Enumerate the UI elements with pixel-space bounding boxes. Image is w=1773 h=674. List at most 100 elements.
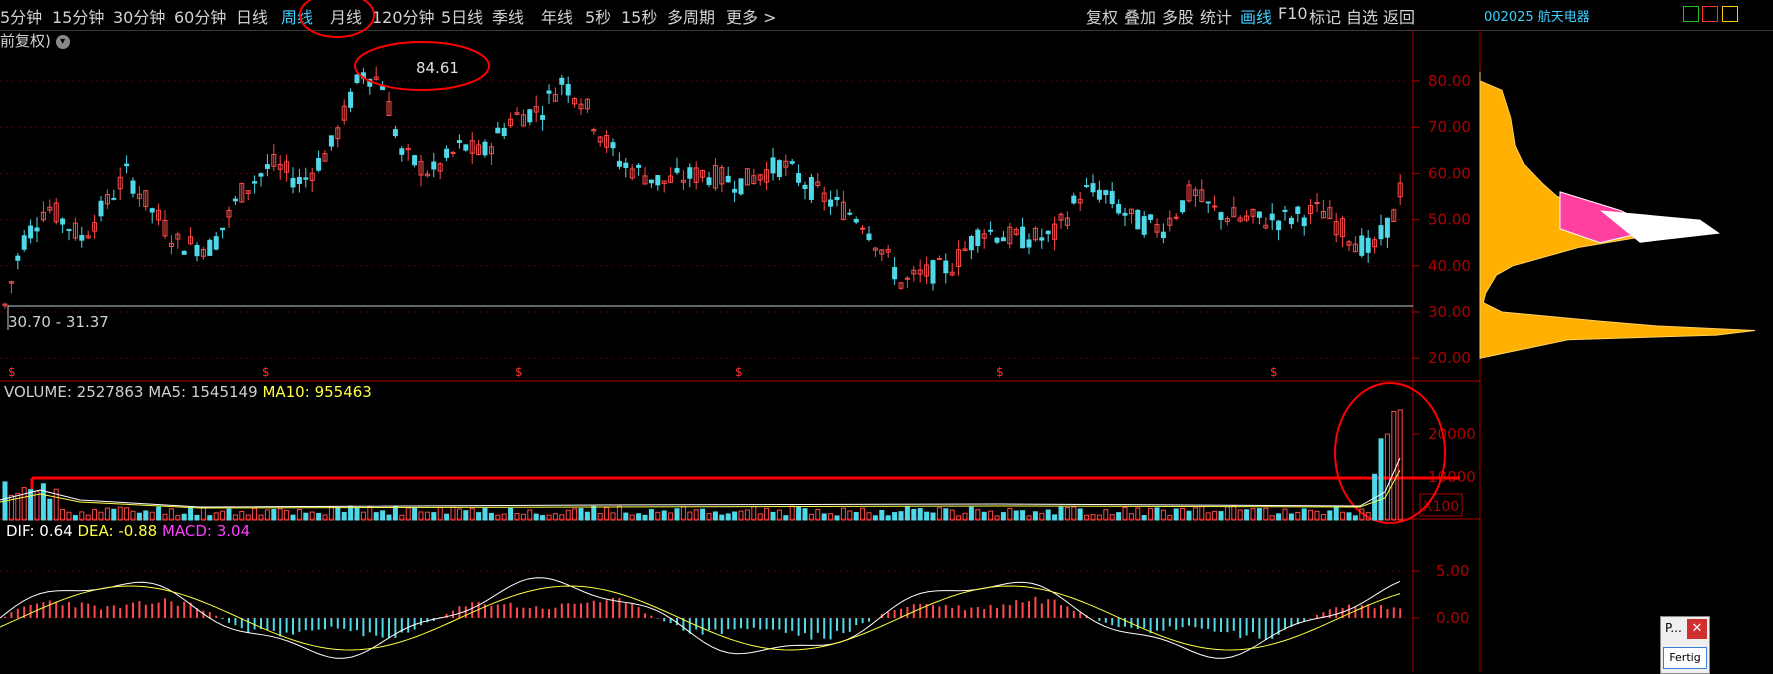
- candle-body: [258, 173, 264, 177]
- dividend-marker: $: [8, 365, 16, 379]
- ma10-title: MA10:: [262, 383, 310, 401]
- volume-bar: [533, 513, 539, 521]
- high-price-marker: 84.61: [416, 59, 459, 77]
- volume-bar: [354, 507, 360, 521]
- volume-bar: [911, 508, 917, 521]
- candle-body: [1116, 203, 1122, 214]
- volume-bar: [1013, 510, 1019, 521]
- volume-bar: [252, 507, 258, 521]
- fertig-button[interactable]: Fertig: [1663, 647, 1707, 669]
- candle-body: [303, 177, 309, 180]
- candle-body: [316, 158, 322, 171]
- candle-body: [501, 127, 507, 137]
- price-tick-label: 50.00: [1428, 211, 1471, 229]
- volume-bar: [693, 509, 699, 521]
- candle-body: [444, 148, 450, 158]
- candle-body: [796, 173, 802, 183]
- volume-bar: [719, 514, 725, 521]
- volume-bar: [751, 506, 757, 521]
- candle-body: [847, 212, 853, 215]
- volume-bar: [111, 508, 117, 521]
- volume-bar: [136, 512, 142, 521]
- chart-area[interactable]: 80.00 70.00 60.00 50.00 40.00 30.00 20.00 20000…: [0, 0, 1773, 672]
- candle-body: [1148, 214, 1154, 220]
- volume-bar: [181, 513, 187, 521]
- volume-bar: [21, 487, 27, 521]
- volume-bar: [1186, 510, 1192, 521]
- volume-bar: [1141, 515, 1147, 521]
- volume-bar: [1327, 510, 1333, 521]
- candle-body: [1205, 201, 1211, 204]
- candle-body: [1295, 206, 1301, 214]
- candle-body: [463, 144, 469, 151]
- candle-body: [860, 227, 866, 230]
- candle-body: [930, 260, 936, 284]
- volume-bar: [431, 512, 437, 521]
- volume-bar: [386, 514, 392, 521]
- volume-bar: [732, 511, 738, 521]
- candle-body: [565, 84, 571, 96]
- volume-bar: [156, 506, 162, 521]
- volume-bar: [290, 514, 296, 521]
- candle-body: [808, 177, 814, 200]
- volume-bar: [540, 515, 546, 521]
- volume-bar: [1301, 508, 1307, 521]
- candle-body: [28, 225, 34, 239]
- candle-body: [348, 91, 354, 108]
- candle-body: [1359, 235, 1365, 256]
- candle-body: [988, 229, 994, 232]
- volume-bar: [296, 508, 302, 521]
- popup-window: P... ✕ Fertig: [1660, 616, 1710, 674]
- volume-ma5-line: [0, 457, 1401, 508]
- volume-bar: [392, 506, 398, 521]
- volume-bar: [578, 508, 584, 521]
- candle-body: [1020, 226, 1026, 249]
- volume-bar: [469, 508, 475, 521]
- candle-body: [1135, 209, 1141, 230]
- volume-bar: [712, 511, 718, 521]
- volume-bar: [1231, 505, 1237, 521]
- volume-bar: [917, 508, 923, 521]
- volume-bar: [1071, 506, 1077, 521]
- candle-body: [232, 198, 238, 202]
- candle-body: [264, 164, 270, 169]
- candle-body: [194, 244, 200, 257]
- candle-body: [1218, 212, 1224, 221]
- volume-bar: [28, 489, 34, 521]
- volume-bar: [840, 507, 846, 521]
- chevron-down-icon[interactable]: ▾: [55, 34, 70, 49]
- candle-body: [636, 164, 642, 168]
- volume-unit-label: X100: [1423, 499, 1459, 515]
- volume-bar: [264, 509, 270, 521]
- candle-body: [450, 151, 456, 154]
- volume-bar: [796, 505, 802, 521]
- volume-bar: [316, 512, 322, 521]
- volume-bar: [1116, 512, 1122, 521]
- volume-bar: [60, 508, 66, 521]
- volume-bar: [47, 498, 53, 521]
- price-tick-label: 60.00: [1428, 164, 1471, 182]
- volume-value: 2527863: [76, 383, 144, 401]
- dif-value: 0.64: [39, 522, 73, 540]
- volume-bar: [821, 513, 827, 521]
- adjust-mode-label[interactable]: 前复权) ▾: [0, 30, 70, 51]
- volume-bar: [124, 507, 130, 521]
- candle-body: [1378, 225, 1384, 240]
- close-icon[interactable]: ✕: [1687, 619, 1707, 639]
- volume-bar: [1276, 513, 1282, 521]
- candle-body: [1090, 183, 1096, 193]
- dif-line: [0, 577, 1401, 659]
- volume-bar: [1180, 507, 1186, 521]
- candle-body: [482, 141, 488, 156]
- candle-body: [431, 161, 437, 170]
- candle-body: [527, 109, 533, 123]
- candle-body: [687, 167, 693, 179]
- volume-bar: [72, 515, 78, 521]
- volume-bar: [335, 507, 341, 521]
- volume-bar: [450, 506, 456, 521]
- volume-bar: [92, 509, 98, 521]
- candle-body: [1122, 212, 1128, 216]
- candle-body: [66, 228, 72, 231]
- macd-value: 3.04: [216, 522, 251, 540]
- candle-body: [252, 181, 258, 184]
